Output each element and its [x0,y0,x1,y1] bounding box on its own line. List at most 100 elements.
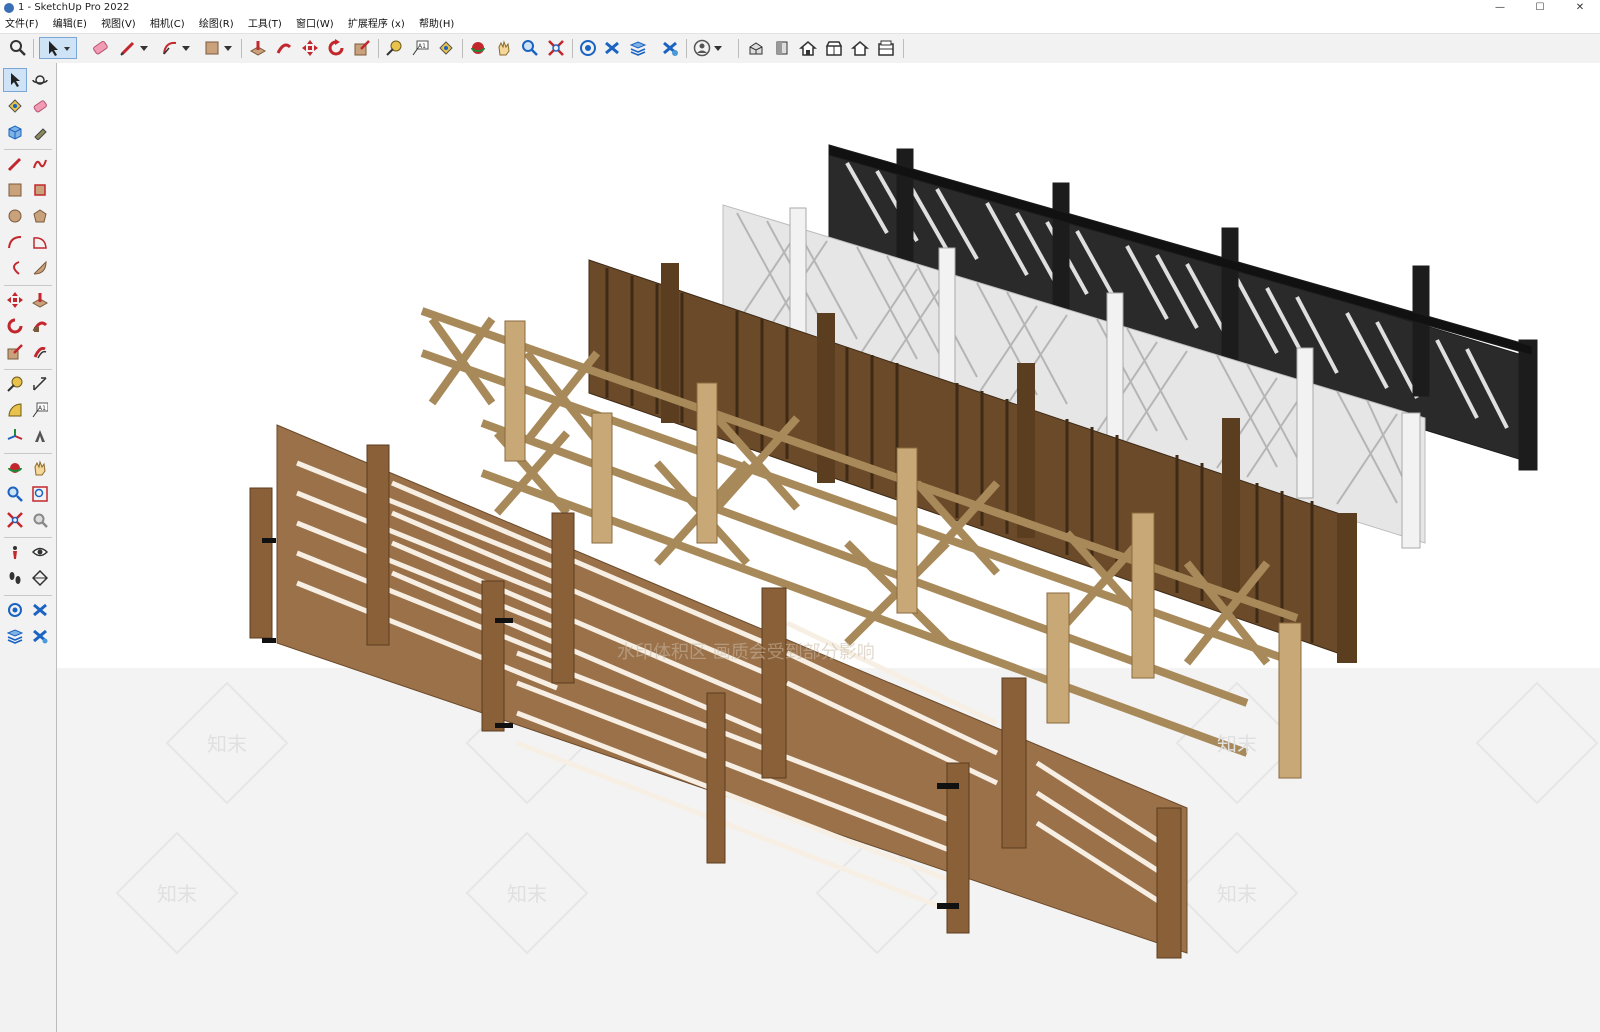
sketchup-logo-icon [4,3,14,13]
pan-icon[interactable] [494,38,514,58]
pan-icon[interactable] [29,457,51,479]
rectangle-dropdown-icon[interactable] [222,38,234,58]
layout-icon[interactable] [4,625,26,647]
protractor-icon[interactable] [4,399,26,421]
paint-icon[interactable] [4,95,26,117]
section-plane-icon[interactable] [29,567,51,589]
menu-window[interactable]: 窗口(W) [291,16,340,33]
rotate-icon[interactable] [4,315,26,337]
account-dropdown-icon[interactable] [712,38,724,58]
select-icon[interactable] [3,68,27,92]
pencil-tag-icon[interactable] [29,121,51,143]
3d-text-icon[interactable] [29,425,51,447]
left-toolbar: A1 [0,63,57,1032]
push-pull-icon[interactable] [29,289,51,311]
eraser-icon[interactable] [90,38,110,58]
text-icon[interactable]: A1 [29,399,51,421]
scale-icon[interactable] [352,38,372,58]
menu-camera[interactable]: 相机(C) [145,16,191,33]
drawing-viewport[interactable]: 水印体积区 画质会受到部分影响 知末 知末 知末 知末 知末 [57,63,1600,1032]
layout-icon[interactable] [628,38,648,58]
extension-warehouse-icon[interactable] [29,599,51,621]
menu-edit[interactable]: 编辑(E) [48,16,93,33]
rectangle-icon[interactable] [4,179,26,201]
rotated-rectangle-icon[interactable] [29,179,51,201]
top-view-icon[interactable] [772,38,792,58]
account-icon[interactable] [692,38,712,58]
3d-warehouse-icon[interactable] [578,38,598,58]
zoom-icon[interactable] [4,483,26,505]
position-camera-icon[interactable] [4,541,26,563]
back-view-icon[interactable] [850,38,870,58]
arc-dropdown-icon[interactable] [180,38,192,58]
orbit-tool-icon[interactable] [4,457,26,479]
watermark-logo: 知末 [157,882,197,906]
menu-tools[interactable]: 工具(T) [243,16,288,33]
freehand-icon[interactable] [29,153,51,175]
rectangle-icon[interactable] [202,38,222,58]
scale-icon[interactable] [4,341,26,363]
main-toolbar: A1 [0,33,1600,64]
two-point-arc-icon[interactable] [4,257,26,279]
move-icon[interactable] [4,289,26,311]
axes-icon[interactable] [4,425,26,447]
push-pull-icon[interactable] [248,38,268,58]
svg-text:A1: A1 [418,43,426,50]
line-icon[interactable] [4,153,26,175]
menu-view[interactable]: 视图(V) [96,16,142,33]
front-view-icon[interactable] [798,38,818,58]
zoom-tool-icon[interactable] [520,38,540,58]
left-view-icon[interactable] [876,38,896,58]
arc-icon[interactable] [4,231,26,253]
arc-icon[interactable] [160,38,180,58]
menu-extensions[interactable]: 扩展程序 (x) [343,16,411,33]
follow-me-icon[interactable] [274,38,294,58]
follow-me-icon[interactable] [29,315,51,337]
circle-icon[interactable] [4,205,26,227]
zoom-extents-icon[interactable] [546,38,566,58]
three-point-arc-icon[interactable] [29,257,51,279]
text-icon[interactable]: A1 [410,38,430,58]
orbit-icon[interactable] [29,69,51,91]
pie-icon[interactable] [29,231,51,253]
right-view-icon[interactable] [824,38,844,58]
tape-measure-icon[interactable] [4,373,26,395]
extension-manager-icon[interactable] [29,625,51,647]
components-icon[interactable] [4,121,26,143]
menu-bar: 文件(F) 编辑(E) 视图(V) 相机(C) 绘图(R) 工具(T) 窗口(W… [0,16,1600,33]
fence-models-scene [115,144,1599,959]
watermark-logo: 知末 [207,732,247,756]
move-icon[interactable] [300,38,320,58]
offset-icon[interactable] [29,341,51,363]
minimize-icon[interactable]: — [1480,0,1520,16]
iso-view-icon[interactable] [746,38,766,58]
walk-icon[interactable] [4,567,26,589]
dimension-icon[interactable] [29,373,51,395]
menu-file[interactable]: 文件(F) [0,16,45,33]
select-icon[interactable] [39,37,77,59]
tape-measure-icon[interactable] [384,38,404,58]
orbit-icon[interactable] [468,38,488,58]
3d-warehouse-icon[interactable] [4,599,26,621]
rotate-icon[interactable] [326,38,346,58]
maximize-icon[interactable]: ☐ [1520,0,1560,16]
pencil-dropdown-icon[interactable] [138,38,150,58]
svg-text:A1: A1 [38,405,46,412]
menu-draw[interactable]: 绘图(R) [194,16,240,33]
watermark-logo: 知末 [507,882,547,906]
watermark-logo: 知末 [1217,882,1257,906]
eraser-icon[interactable] [29,95,51,117]
window-title: 1 - SketchUp Pro 2022 [18,2,130,13]
pencil-icon[interactable] [118,38,138,58]
paint-bucket-icon[interactable] [436,38,456,58]
previous-view-icon[interactable] [29,509,51,531]
close-icon[interactable]: ✕ [1560,0,1600,16]
polygon-icon[interactable] [29,205,51,227]
extension-warehouse-icon[interactable] [602,38,622,58]
look-around-icon[interactable] [29,541,51,563]
extension-manager-icon[interactable] [660,38,680,58]
zoom-window-icon[interactable] [29,483,51,505]
zoom-extents-icon[interactable] [4,509,26,531]
menu-help[interactable]: 帮助(H) [414,16,460,33]
zoom-icon[interactable] [8,38,28,58]
